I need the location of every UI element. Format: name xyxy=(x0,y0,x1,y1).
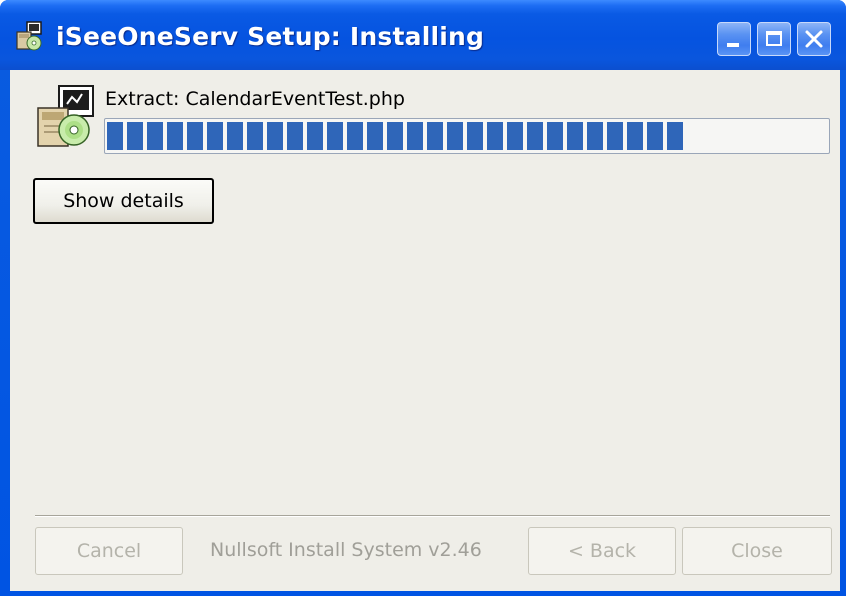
close-icon xyxy=(805,30,823,48)
close-window-button[interactable] xyxy=(797,22,831,56)
window-title: iSeeOneServ Setup: Installing xyxy=(56,22,485,51)
setup-package-icon xyxy=(37,85,94,147)
maximize-button[interactable] xyxy=(757,22,791,56)
installer-branding: Nullsoft Install System v2.46 xyxy=(210,539,482,561)
extract-status-text: Extract: CalendarEventTest.php xyxy=(105,88,405,110)
maximize-icon xyxy=(766,31,782,46)
installer-window: iSeeOneServ Setup: Installing Extract: C… xyxy=(0,0,846,596)
install-progress-bar xyxy=(104,118,830,154)
minimize-button[interactable] xyxy=(717,22,751,56)
back-button[interactable]: < Back xyxy=(528,527,676,575)
progress-fill xyxy=(107,122,683,150)
footer-separator xyxy=(35,515,830,517)
cancel-button[interactable]: Cancel xyxy=(35,527,183,575)
minimize-icon xyxy=(727,43,739,47)
close-button[interactable]: Close xyxy=(682,527,832,575)
title-bar[interactable]: iSeeOneServ Setup: Installing xyxy=(0,0,846,70)
dialog-body: Extract: CalendarEventTest.php Show deta… xyxy=(10,70,840,591)
show-details-button[interactable]: Show details xyxy=(33,178,214,224)
installer-app-icon xyxy=(16,21,42,51)
